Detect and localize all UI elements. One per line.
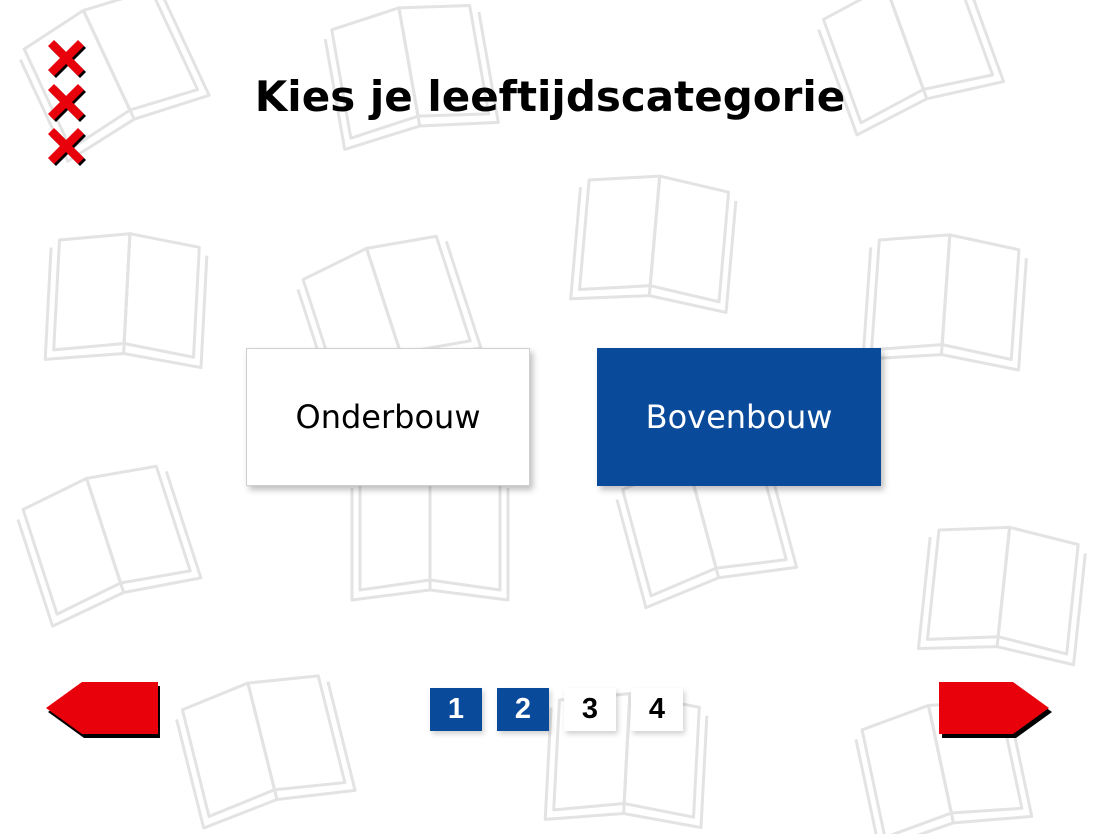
page-title: Kies je leeftijdscategorie — [254, 72, 846, 121]
page-2-button[interactable]: 2 — [497, 688, 549, 731]
previous-button[interactable] — [44, 680, 162, 740]
page-1-button[interactable]: 1 — [430, 688, 482, 731]
next-button[interactable] — [936, 680, 1054, 740]
arrow-left-icon — [46, 682, 160, 738]
bovenbouw-button[interactable]: Bovenbouw — [597, 348, 881, 486]
onderbouw-button[interactable]: Onderbouw — [246, 348, 530, 486]
page-4-button[interactable]: 4 — [631, 688, 683, 731]
page-3-button[interactable]: 3 — [564, 688, 616, 731]
arrow-right-icon — [939, 682, 1052, 738]
step-pager: 1 2 3 4 — [430, 688, 683, 731]
